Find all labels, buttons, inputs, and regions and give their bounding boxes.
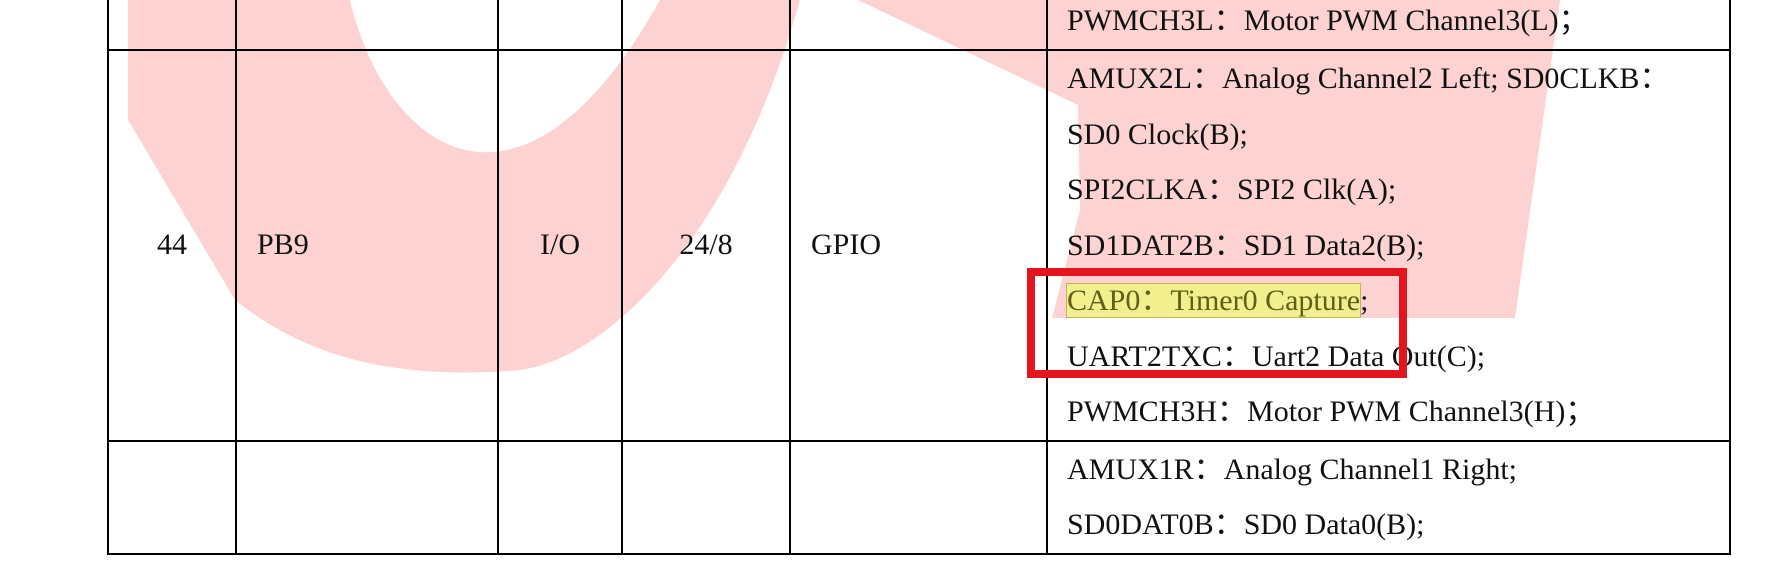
pin-number-cell bbox=[107, 0, 237, 51]
table-row: 44 PB9 I/O 24/8 GPIO AMUX2L：Analog Chann… bbox=[107, 49, 1731, 442]
drive-strength-cell: 24/8 bbox=[621, 49, 791, 442]
alt-functions-cell: AMUX2L：Analog Channel2 Left; SD0CLKB： SD… bbox=[1046, 49, 1731, 442]
function-line: PWMCH3H：Motor PWM Channel3(H)； bbox=[1067, 395, 1596, 428]
pin-type-cell: I/O bbox=[497, 49, 623, 442]
default-function-cell bbox=[789, 439, 1048, 555]
pin-name-cell: PB9 bbox=[235, 49, 499, 442]
annotation-callout-box bbox=[1027, 268, 1407, 378]
function-line: SD0 Clock(B); bbox=[1067, 117, 1248, 151]
table-row: PWMCH3L：Motor PWM Channel3(L)； bbox=[107, 0, 1731, 51]
default-function-cell bbox=[789, 0, 1048, 51]
function-line: SD1DAT2B：SD1 Data2(B); bbox=[1067, 228, 1425, 262]
function-line: AMUX1R：Analog Channel1 Right; bbox=[1067, 452, 1517, 486]
drive-strength-cell bbox=[621, 0, 791, 51]
pin-number-cell bbox=[107, 439, 237, 555]
alt-functions-cell: PWMCH3L：Motor PWM Channel3(L)； bbox=[1046, 0, 1731, 51]
pin-name-cell bbox=[235, 439, 499, 555]
default-function-cell: GPIO bbox=[789, 49, 1048, 442]
pin-type-cell bbox=[497, 439, 623, 555]
function-line: AMUX2L：Analog Channel2 Left; SD0CLKB： bbox=[1067, 62, 1670, 95]
function-line: SD0DAT0B：SD0 Data0(B); bbox=[1067, 508, 1425, 541]
pin-name-cell bbox=[235, 0, 499, 51]
pin-type-cell bbox=[497, 0, 623, 51]
table-row: AMUX1R：Analog Channel1 Right; SD0DAT0B：S… bbox=[107, 439, 1731, 555]
function-line: SPI2CLKA：SPI2 Clk(A); bbox=[1067, 173, 1397, 206]
alt-functions-cell: AMUX1R：Analog Channel1 Right; SD0DAT0B：S… bbox=[1046, 439, 1731, 555]
function-line: PWMCH3L：Motor PWM Channel3(L)； bbox=[1067, 4, 1589, 37]
drive-strength-cell bbox=[621, 439, 791, 555]
pin-function-table: PWMCH3L：Motor PWM Channel3(L)； 44 PB9 I/… bbox=[107, 0, 1731, 555]
pin-number-cell: 44 bbox=[107, 49, 237, 442]
